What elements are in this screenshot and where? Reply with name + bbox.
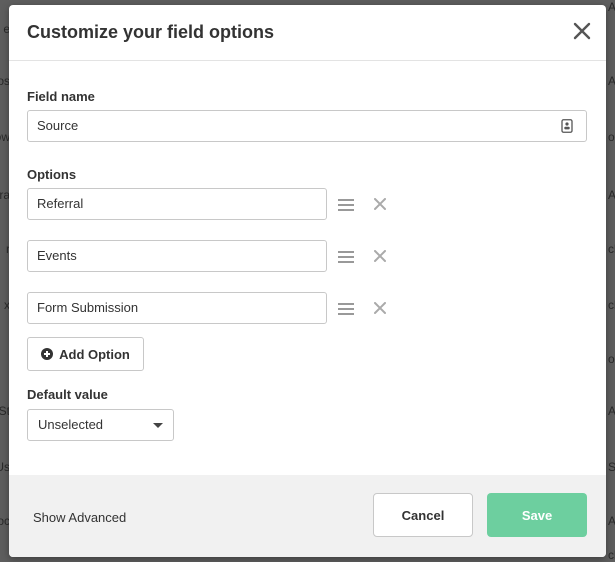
field-options-modal: Customize your field options Field name … xyxy=(9,5,606,557)
option-value: Events xyxy=(37,248,77,263)
background-text: A xyxy=(608,188,615,202)
add-option-label: Add Option xyxy=(59,346,130,362)
show-advanced-link[interactable]: Show Advanced xyxy=(33,510,126,525)
plus-circle-icon xyxy=(41,348,54,360)
remove-icon[interactable] xyxy=(374,198,386,210)
field-name-input[interactable]: Source xyxy=(27,110,587,142)
background-text: oc xyxy=(608,130,615,144)
field-name-label: Field name xyxy=(27,89,95,104)
save-button[interactable]: Save xyxy=(487,493,587,537)
default-value-label: Default value xyxy=(27,387,108,402)
cancel-button[interactable]: Cancel xyxy=(373,493,473,537)
background-text: ck xyxy=(608,242,615,256)
close-icon[interactable] xyxy=(572,21,592,41)
modal-footer: Show Advanced Cancel Save xyxy=(9,475,606,557)
option-input-referral[interactable]: Referral xyxy=(27,188,327,220)
background-text: ck xyxy=(608,298,615,312)
modal-body: Field name Source Options Referral Event… xyxy=(9,61,606,476)
field-name-value: Source xyxy=(37,118,79,133)
default-value-select[interactable]: Unselected xyxy=(27,409,174,441)
background-text: A xyxy=(608,0,615,14)
remove-icon[interactable] xyxy=(374,250,386,262)
background-text: A xyxy=(608,74,615,88)
drag-handle-icon[interactable] xyxy=(338,251,354,263)
default-value-selected: Unselected xyxy=(38,417,104,432)
option-value: Form Submission xyxy=(37,300,139,315)
background-text: ck xyxy=(608,548,615,562)
id-card-icon xyxy=(561,119,573,133)
background-page-right: A A oc A ck ck oc A St A ck xyxy=(607,0,615,562)
option-input-form-submission[interactable]: Form Submission xyxy=(27,292,327,324)
modal-title: Customize your field options xyxy=(27,22,275,42)
options-label: Options xyxy=(27,167,77,182)
background-text: A xyxy=(608,404,615,418)
option-input-events[interactable]: Events xyxy=(27,240,327,272)
add-option-button[interactable]: Add Option xyxy=(27,337,144,371)
modal-header: Customize your field options xyxy=(9,5,606,61)
background-text: A xyxy=(608,514,615,528)
drag-handle-icon[interactable] xyxy=(338,199,354,211)
background-text: oc xyxy=(608,352,615,366)
chevron-down-icon xyxy=(153,423,163,428)
background-text: St xyxy=(608,460,615,474)
remove-icon[interactable] xyxy=(374,302,386,314)
drag-handle-icon[interactable] xyxy=(338,303,354,315)
option-value: Referral xyxy=(37,196,84,211)
